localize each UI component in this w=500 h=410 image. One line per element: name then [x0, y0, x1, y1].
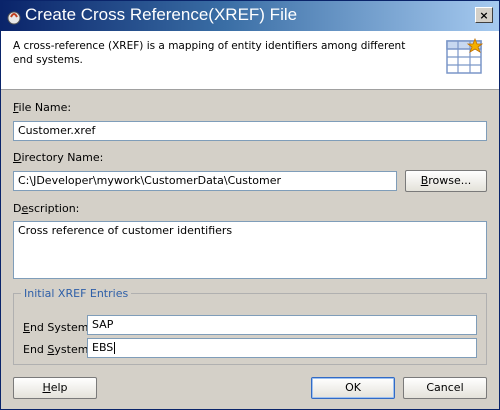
directory-name-label: Directory Name: — [13, 151, 104, 164]
file-name-label: File Name: — [13, 101, 72, 114]
initial-xref-entries-title: Initial XREF Entries — [21, 287, 132, 300]
xref-table-icon — [446, 37, 484, 74]
ok-button[interactable]: OK — [311, 377, 395, 399]
end-system-input-1[interactable]: SAP — [87, 315, 477, 335]
text-caret — [114, 342, 116, 354]
window-title: Create Cross Reference(XREF) File — [25, 5, 298, 24]
end-system-value-2: EBS — [92, 341, 114, 354]
title-bar[interactable]: Create Cross Reference(XREF) File × — [1, 1, 499, 31]
header-description: A cross-reference (XREF) is a mapping of… — [13, 40, 406, 66]
dialog-window: Create Cross Reference(XREF) File × A cr… — [0, 0, 500, 410]
close-button[interactable]: × — [475, 7, 493, 23]
directory-name-input[interactable]: C:\JDeveloper\mywork\CustomerData\Custom… — [13, 171, 397, 191]
file-name-input[interactable]: Customer.xref — [13, 121, 487, 141]
end-system-input-2[interactable]: EBS — [87, 338, 477, 358]
description-label: Description: — [13, 202, 80, 215]
cancel-button[interactable]: Cancel — [403, 377, 487, 399]
browse-button[interactable]: Browse... — [405, 170, 487, 192]
end-system-label-2: End System: — [23, 343, 93, 356]
header-banner: A cross-reference (XREF) is a mapping of… — [1, 31, 499, 90]
description-textarea[interactable]: Cross reference of customer identifiers — [13, 221, 487, 279]
end-system-label-1: End System: — [23, 321, 93, 334]
help-button[interactable]: Help — [13, 377, 97, 399]
jdeveloper-icon — [7, 11, 21, 25]
